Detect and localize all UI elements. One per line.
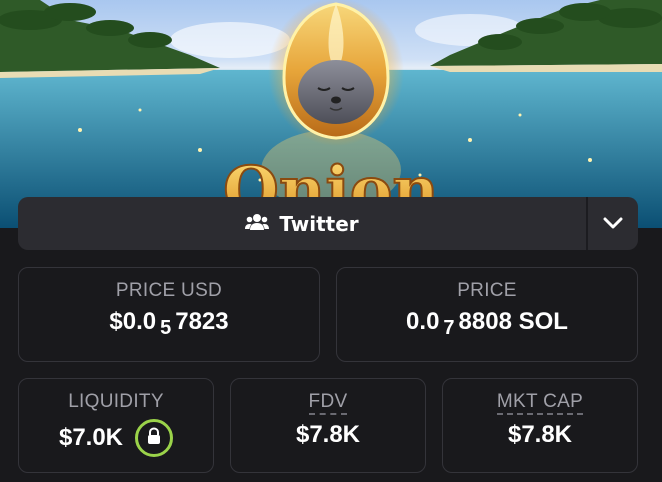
twitter-label: Twitter bbox=[279, 211, 359, 236]
price-sol-zero-count: 7 bbox=[443, 316, 455, 339]
price-usd-prefix: $0.0 bbox=[109, 308, 157, 335]
price-sol-title: PRICE bbox=[457, 280, 517, 301]
users-icon bbox=[245, 212, 270, 236]
banner-illustration: Onion bbox=[0, 0, 662, 228]
price-usd-card: PRICE USD $0.0 5 7823 bbox=[18, 267, 320, 362]
price-sol-card: PRICE 0.0 7 8808 SOL bbox=[336, 267, 638, 362]
fdv-value: $7.8K bbox=[295, 421, 361, 448]
token-banner-image: Onion bbox=[0, 0, 662, 228]
more-links-button[interactable] bbox=[588, 197, 638, 250]
token-info-panel: Onion Twitter PRICE USD $0.0 5 7823 PRIC… bbox=[0, 0, 662, 482]
market-cap-title[interactable]: MKT CAP bbox=[496, 391, 584, 415]
liquidity-locked-badge[interactable] bbox=[135, 419, 174, 457]
market-cap-value: $7.8K bbox=[507, 421, 573, 448]
fdv-card: FDV $7.8K bbox=[230, 378, 426, 473]
price-sol-suffix: 8808 SOL bbox=[458, 308, 568, 335]
liquidity-value: $7.0K bbox=[58, 424, 124, 451]
liquidity-value-row: $7.0K bbox=[58, 419, 174, 457]
liquidity-card: LIQUIDITY $7.0K bbox=[18, 378, 214, 473]
twitter-button[interactable]: Twitter bbox=[18, 197, 588, 250]
price-usd-zero-count: 5 bbox=[160, 316, 172, 339]
price-sol-prefix: 0.0 bbox=[406, 308, 440, 335]
price-usd-title: PRICE USD bbox=[115, 280, 223, 301]
social-links-bar: Twitter bbox=[18, 197, 638, 250]
market-cap-card: MKT CAP $7.8K bbox=[442, 378, 638, 473]
price-usd-suffix: 7823 bbox=[175, 308, 229, 335]
price-sol-value: 0.0 7 8808 SOL bbox=[406, 308, 568, 339]
lock-icon bbox=[146, 424, 162, 452]
price-usd-value: $0.0 5 7823 bbox=[109, 308, 229, 339]
chevron-down-icon bbox=[603, 214, 623, 233]
liquidity-title: LIQUIDITY bbox=[68, 391, 164, 412]
fdv-title[interactable]: FDV bbox=[308, 391, 348, 415]
